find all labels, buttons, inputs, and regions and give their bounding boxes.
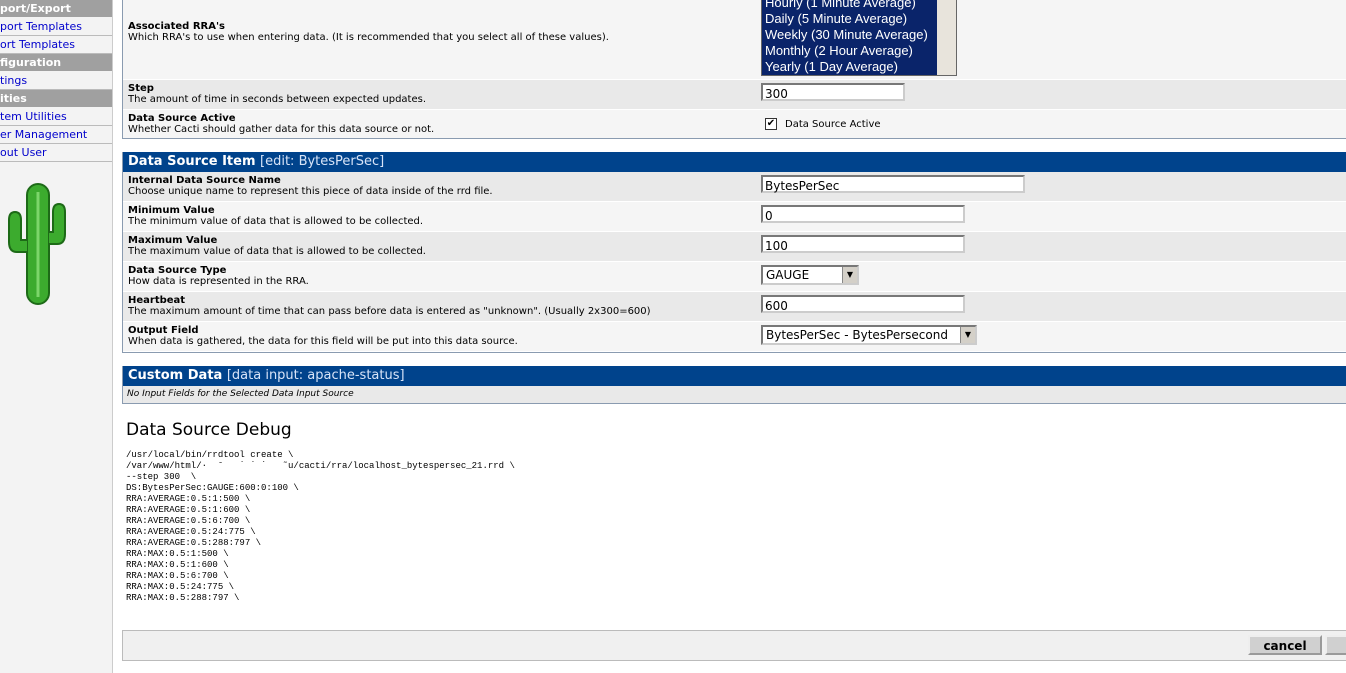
sidebar-header-import-export: port/Export [0, 0, 112, 17]
type-row: Data Source Type How data is represented … [123, 262, 1346, 292]
rra-option[interactable]: Monthly (2 Hour Average) [762, 43, 956, 59]
cancel-button[interactable]: cancel [1248, 635, 1322, 655]
ds-name-row: Internal Data Source Name Choose unique n… [123, 172, 1346, 202]
sidebar-item-settings[interactable]: tings [0, 72, 112, 90]
rra-desc: Which RRA's to use when entering data. (… [128, 32, 609, 43]
row-desc: The maximum amount of time that can pass… [128, 306, 651, 317]
sidebar-item-user-management[interactable]: er Management [0, 126, 112, 144]
save-button[interactable]: save [1325, 635, 1346, 655]
rra-row: Associated RRA's Which RRA's to use when … [123, 0, 1346, 80]
active-row: Data Source Active Whether Cacti should g… [123, 110, 1346, 140]
button-bar: cancel save [122, 630, 1346, 661]
sidebar-header-configuration: figuration [0, 54, 112, 71]
rra-option[interactable]: Daily (5 Minute Average) [762, 11, 956, 27]
rra-option[interactable]: Weekly (30 Minute Average) [762, 27, 956, 43]
row-desc: When data is gathered, the data for this… [128, 336, 518, 347]
row-title: Internal Data Source Name [128, 175, 281, 186]
cacti-logo-icon [8, 183, 66, 305]
max-row: Maximum Value The maximum value of data t… [123, 232, 1346, 262]
row-desc: Choose unique name to represent this pie… [128, 186, 493, 197]
item-header-sub: [edit: BytesPerSec] [260, 154, 385, 169]
custom-header-sub: [data input: apache-status] [226, 368, 405, 383]
sidebar-header-utilities: ities [0, 90, 112, 107]
step-title: Step [128, 83, 154, 94]
chevron-down-icon: ▼ [842, 267, 857, 283]
sidebar-item-logout-user[interactable]: out User [0, 144, 112, 162]
row-title: Data Source Type [128, 265, 227, 276]
debug-code: /usr/local/bin/rrdtool create \ /var/www… [126, 450, 515, 603]
active-title: Data Source Active [128, 113, 236, 124]
rra-listbox[interactable]: Hourly (1 Minute Average) Daily (5 Minut… [761, 0, 957, 76]
output-row: Output Field When data is gathered, the d… [123, 322, 1346, 352]
item-header: Data Source Item [edit: BytesPerSec] [123, 152, 1346, 172]
row-desc: The minimum value of data that is allowe… [128, 216, 424, 227]
sidebar-item-system-utilities[interactable]: tem Utilities [0, 108, 112, 126]
sidebar: port/Export port Templates ort Templates… [0, 0, 113, 673]
rra-scrollbar[interactable] [937, 0, 956, 75]
row-desc: How data is represented in the RRA. [128, 276, 309, 287]
heartbeat-row: Heartbeat The maximum amount of time that… [123, 292, 1346, 322]
custom-note: No Input Fields for the Selected Data In… [123, 386, 1346, 403]
output-field-select[interactable]: BytesPerSec - BytesPersecond ▼ [761, 325, 977, 345]
row-title: Heartbeat [128, 295, 186, 306]
step-row: Step The amount of time in seconds betwee… [123, 80, 1346, 110]
step-desc: The amount of time in seconds between ex… [128, 94, 427, 105]
rra-option[interactable]: Yearly (1 Day Average) [762, 59, 956, 75]
rra-option[interactable]: Hourly (1 Minute Average) [762, 0, 956, 11]
row-title: Maximum Value [128, 235, 218, 246]
sidebar-item-export-templates[interactable]: ort Templates [0, 36, 112, 54]
custom-header: Custom Data [data input: apache-status] [123, 366, 1346, 386]
active-checkbox-label: Data Source Active [785, 118, 881, 130]
row-title: Output Field [128, 325, 199, 336]
active-desc: Whether Cacti should gather data for thi… [128, 124, 435, 135]
row-desc: The maximum value of data that is allowe… [128, 246, 426, 257]
row-title: Minimum Value [128, 205, 215, 216]
ds-name-input[interactable]: BytesPerSec [761, 175, 1025, 193]
min-value-input[interactable]: 0 [761, 205, 965, 223]
max-value-input[interactable]: 100 [761, 235, 965, 253]
heartbeat-input[interactable]: 600 [761, 295, 965, 313]
chevron-down-icon: ▼ [960, 327, 975, 343]
rra-title: Associated RRA's [128, 21, 225, 32]
sidebar-item-import-templates[interactable]: port Templates [0, 18, 112, 36]
step-input[interactable]: 300 [761, 83, 905, 101]
debug-title: Data Source Debug [126, 420, 292, 440]
ds-type-select[interactable]: GAUGE ▼ [761, 265, 859, 285]
min-row: Minimum Value The minimum value of data t… [123, 202, 1346, 232]
active-checkbox[interactable]: ✔ [765, 118, 777, 130]
